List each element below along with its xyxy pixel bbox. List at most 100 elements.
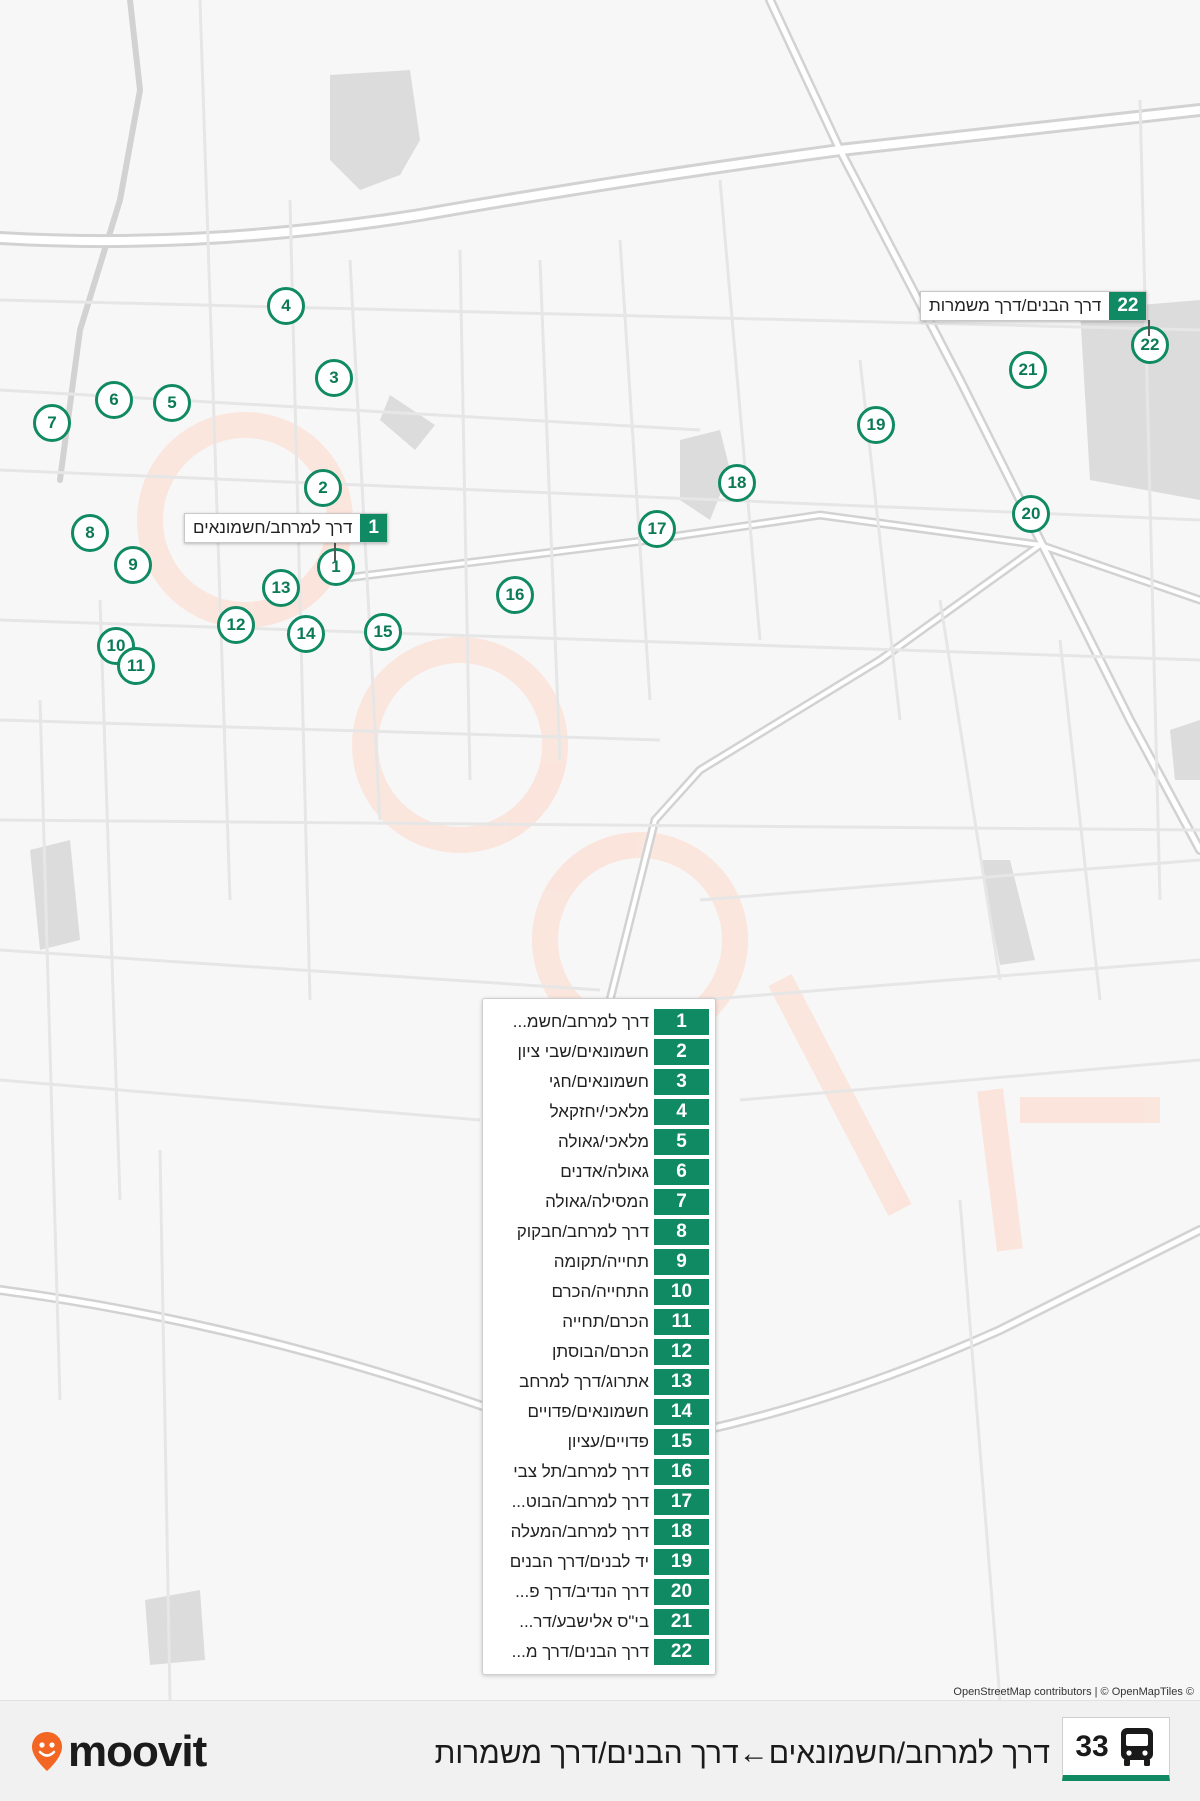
list-item[interactable]: 7 המסילה/גאולה <box>483 1187 715 1217</box>
map[interactable]: 1 2 3 4 5 6 7 8 9 10 11 12 13 14 15 16 1… <box>0 0 1200 1700</box>
route-badge[interactable]: 33 <box>1062 1717 1170 1781</box>
stop-marker[interactable]: 18 <box>718 464 756 502</box>
stop-name: דרך למרחב/הבוט... <box>511 1492 649 1511</box>
stop-name: דרך למרחב/המעלה <box>510 1522 649 1541</box>
stop-marker[interactable]: 17 <box>638 510 676 548</box>
stop-name: בי"ס אלישבע/דר... <box>519 1612 649 1631</box>
stop-marker[interactable]: 14 <box>287 615 325 653</box>
stop-number: 10 <box>654 1279 709 1305</box>
stop-number: 1 <box>654 1009 709 1035</box>
list-item[interactable]: 21 בי"ס אלישבע/דר... <box>483 1607 715 1637</box>
stop-name: אתרוג/דרך למרחב <box>519 1372 649 1391</box>
stop-marker[interactable]: 22 <box>1131 326 1169 364</box>
footer: moovit דרך למרחב/חשמונאים←דרך הבנים/דרך … <box>0 1700 1200 1801</box>
list-item[interactable]: 2 חשמונאים/שבי ציון <box>483 1037 715 1067</box>
stop-name: מלאכי/יחזקאל <box>549 1102 649 1121</box>
stop-name: דרך למרחב/תל צבי <box>513 1462 649 1481</box>
callout-pointer <box>334 541 336 561</box>
list-item[interactable]: 16 דרך למרחב/תל צבי <box>483 1457 715 1487</box>
stop-number: 14 <box>654 1399 709 1425</box>
list-item[interactable]: 22 דרך הבנים/דרך מ... <box>483 1637 715 1667</box>
stop-marker[interactable]: 7 <box>33 404 71 442</box>
stop-name: המסילה/גאולה <box>545 1192 649 1211</box>
stop-number: 7 <box>654 1189 709 1215</box>
stop-name: חשמונאים/חגי <box>548 1072 649 1091</box>
callout-name: דרך למרחב/חשמונאים <box>193 518 353 537</box>
callout-number: 1 <box>360 514 387 542</box>
stop-marker[interactable]: 13 <box>262 569 300 607</box>
route-number: 33 <box>1075 1729 1109 1763</box>
stop-number: 6 <box>654 1159 709 1185</box>
stop-number: 17 <box>654 1489 709 1515</box>
stop-marker[interactable]: 11 <box>117 647 155 685</box>
stop-number: 19 <box>654 1549 709 1575</box>
stop-name: פדויים/עציון <box>567 1432 649 1451</box>
route-title: דרך למרחב/חשמונאים←דרך הבנים/דרך משמרות <box>434 1737 1050 1770</box>
stop-name: תחייה/תקומה <box>553 1252 649 1271</box>
list-item[interactable]: 12 הכרם/הבוסתן <box>483 1337 715 1367</box>
stop-number: 4 <box>654 1099 709 1125</box>
list-item[interactable]: 20 דרך הנדיב/דרך פ... <box>483 1577 715 1607</box>
stop-number: 13 <box>654 1369 709 1395</box>
moovit-logo[interactable]: moovit <box>30 1727 207 1777</box>
stop-name: חשמונאים/שבי ציון <box>517 1042 649 1061</box>
end-stop-callout[interactable]: 22 דרך הבנים/דרך משמרות <box>920 291 1148 321</box>
stop-name: גאולה/אדנים <box>560 1162 649 1181</box>
stop-marker[interactable]: 16 <box>496 576 534 614</box>
stop-name: מלאכי/גאולה <box>558 1132 649 1151</box>
stop-number: 8 <box>654 1219 709 1245</box>
list-item[interactable]: 8 דרך למרחב/חבקוק <box>483 1217 715 1247</box>
stop-marker[interactable]: 4 <box>267 287 305 325</box>
callout-pointer <box>1148 320 1150 336</box>
stop-number: 5 <box>654 1129 709 1155</box>
list-item[interactable]: 10 התחייה/הכרם <box>483 1277 715 1307</box>
stop-name: דרך למרחב/חשמ... <box>512 1012 649 1031</box>
stop-marker[interactable]: 20 <box>1012 495 1050 533</box>
stop-name: דרך הנדיב/דרך פ... <box>515 1582 649 1601</box>
stop-number: 9 <box>654 1249 709 1275</box>
stop-number: 20 <box>654 1579 709 1605</box>
list-item[interactable]: 17 דרך למרחב/הבוט... <box>483 1487 715 1517</box>
stop-name: דרך למרחב/חבקוק <box>516 1222 649 1241</box>
stop-name: התחייה/הכרם <box>551 1282 649 1301</box>
stop-number: 16 <box>654 1459 709 1485</box>
stop-name: חשמונאים/פדויים <box>527 1402 649 1421</box>
list-item[interactable]: 15 פדויים/עציון <box>483 1427 715 1457</box>
bus-icon <box>1120 1727 1153 1766</box>
stop-marker[interactable]: 21 <box>1009 351 1047 389</box>
stop-number: 3 <box>654 1069 709 1095</box>
list-item[interactable]: 4 מלאכי/יחזקאל <box>483 1097 715 1127</box>
list-item[interactable]: 19 יד לבנים/דרך הבנים <box>483 1547 715 1577</box>
stop-number: 18 <box>654 1519 709 1545</box>
stop-marker[interactable]: 9 <box>114 546 152 584</box>
stop-marker[interactable]: 3 <box>315 359 353 397</box>
list-item[interactable]: 6 גאולה/אדנים <box>483 1157 715 1187</box>
callout-number: 22 <box>1109 292 1147 320</box>
stop-number: 15 <box>654 1429 709 1455</box>
stop-marker[interactable]: 19 <box>857 406 895 444</box>
stop-marker[interactable]: 8 <box>71 514 109 552</box>
list-item[interactable]: 3 חשמונאים/חגי <box>483 1067 715 1097</box>
stop-number: 22 <box>654 1639 709 1665</box>
list-item[interactable]: 18 דרך למרחב/המעלה <box>483 1517 715 1547</box>
stop-name: הכרם/תחייה <box>562 1312 649 1331</box>
list-item[interactable]: 1 דרך למרחב/חשמ... <box>483 1007 715 1037</box>
stop-number: 2 <box>654 1039 709 1065</box>
stop-name: הכרם/הבוסתן <box>551 1342 649 1361</box>
stop-marker[interactable]: 6 <box>95 381 133 419</box>
stop-marker[interactable]: 15 <box>364 613 402 651</box>
stop-marker[interactable]: 5 <box>153 384 191 422</box>
map-attribution[interactable]: OpenStreetMap contributors | © OpenMapTi… <box>953 1686 1194 1698</box>
list-item[interactable]: 9 תחייה/תקומה <box>483 1247 715 1277</box>
stop-marker[interactable]: 1 <box>317 548 355 586</box>
list-item[interactable]: 5 מלאכי/גאולה <box>483 1127 715 1157</box>
list-item[interactable]: 11 הכרם/תחייה <box>483 1307 715 1337</box>
brand-name: moovit <box>68 1727 207 1776</box>
start-stop-callout[interactable]: 1 דרך למרחב/חשמונאים <box>184 513 388 543</box>
list-item[interactable]: 13 אתרוג/דרך למרחב <box>483 1367 715 1397</box>
stop-number: 11 <box>654 1309 709 1335</box>
stop-marker[interactable]: 12 <box>217 606 255 644</box>
stop-number: 21 <box>654 1609 709 1635</box>
list-item[interactable]: 14 חשמונאים/פדויים <box>483 1397 715 1427</box>
stop-marker[interactable]: 2 <box>304 469 342 507</box>
